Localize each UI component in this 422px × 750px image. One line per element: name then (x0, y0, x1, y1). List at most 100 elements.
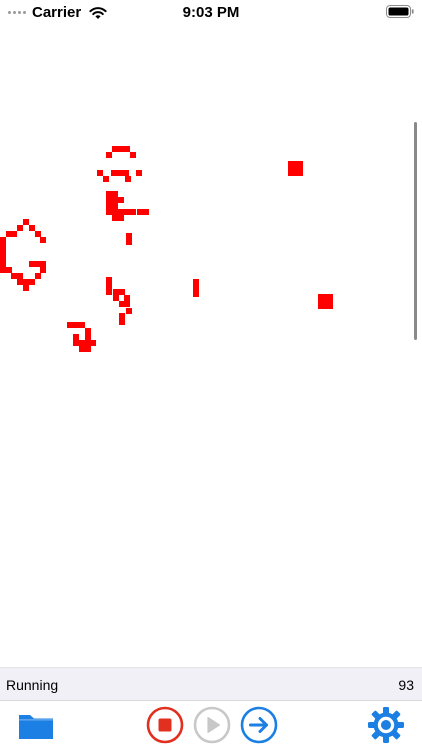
live-cell[interactable] (112, 203, 118, 209)
generation-count: 93 (398, 677, 414, 693)
live-cell[interactable] (112, 197, 118, 203)
live-cell[interactable] (35, 273, 41, 279)
live-cell[interactable] (17, 273, 23, 279)
live-cell[interactable] (193, 279, 199, 285)
live-cell[interactable] (126, 239, 132, 245)
toolbar (0, 701, 422, 750)
game-board[interactable] (0, 24, 422, 667)
live-cell[interactable] (106, 283, 112, 289)
live-cell[interactable] (97, 170, 103, 176)
live-cell[interactable] (0, 261, 6, 267)
live-cell[interactable] (0, 243, 6, 249)
live-cell[interactable] (85, 346, 91, 352)
live-cell[interactable] (73, 322, 79, 328)
folder-button[interactable] (16, 706, 56, 746)
live-cell[interactable] (0, 255, 6, 261)
live-cell[interactable] (106, 152, 112, 158)
live-cell[interactable] (111, 170, 117, 176)
live-cell[interactable] (67, 322, 73, 328)
live-cell[interactable] (124, 295, 130, 301)
live-cell[interactable] (40, 261, 46, 267)
live-cell[interactable] (17, 225, 23, 231)
live-cell[interactable] (112, 215, 118, 221)
live-cell[interactable] (106, 277, 112, 283)
live-cell[interactable] (23, 285, 29, 291)
live-cell[interactable] (79, 346, 85, 352)
live-cell[interactable] (106, 191, 112, 197)
app-root: Carrier 9:03 PM Running 93 (0, 0, 422, 750)
gear-icon (368, 707, 404, 743)
battery-icon (386, 5, 414, 18)
live-cell[interactable] (0, 267, 6, 273)
live-cell[interactable] (119, 289, 125, 295)
live-cell[interactable] (112, 191, 118, 197)
live-cell[interactable] (113, 289, 119, 295)
live-cell[interactable] (23, 279, 29, 285)
stop-icon (146, 706, 184, 744)
live-cell[interactable] (118, 209, 124, 215)
live-cell[interactable] (118, 197, 124, 203)
live-cell[interactable] (136, 170, 142, 176)
settings-button[interactable] (366, 705, 406, 745)
live-cell[interactable] (90, 340, 96, 346)
live-cell[interactable] (73, 340, 79, 346)
live-cell[interactable] (106, 203, 112, 209)
live-cell[interactable] (125, 176, 131, 182)
cell-grid[interactable] (0, 24, 422, 667)
live-cell[interactable] (126, 233, 132, 239)
step-button[interactable] (239, 705, 279, 745)
live-cell[interactable] (130, 209, 136, 215)
folder-icon (19, 715, 53, 739)
live-cell[interactable] (112, 146, 118, 152)
live-cell[interactable] (29, 261, 35, 267)
live-cell[interactable] (17, 279, 23, 285)
clock: 9:03 PM (182, 4, 240, 21)
live-cell[interactable] (85, 334, 91, 340)
live-cell[interactable] (106, 209, 112, 215)
live-cell[interactable] (79, 340, 85, 346)
live-cell[interactable] (126, 308, 132, 314)
live-cell[interactable] (137, 209, 143, 215)
live-cell[interactable] (11, 273, 17, 279)
live-cell[interactable] (106, 197, 112, 203)
live-cell[interactable] (0, 237, 6, 243)
live-cell[interactable] (119, 313, 125, 319)
live-cell[interactable] (119, 319, 125, 325)
status-bar: Carrier 9:03 PM (0, 0, 422, 24)
live-cell[interactable] (106, 289, 112, 295)
live-cell[interactable] (73, 334, 79, 340)
live-cell[interactable] (193, 291, 199, 297)
live-cell[interactable] (79, 322, 85, 328)
live-cell[interactable] (103, 176, 109, 182)
live-cell[interactable] (143, 209, 149, 215)
vertical-scrollbar[interactable] (414, 122, 417, 340)
live-cell[interactable] (193, 285, 199, 291)
live-cell[interactable] (40, 237, 46, 243)
play-button[interactable] (192, 705, 232, 745)
live-cell[interactable] (124, 301, 130, 307)
live-cell[interactable] (35, 231, 41, 237)
live-cell[interactable] (118, 215, 124, 221)
live-cell[interactable] (29, 279, 35, 285)
live-cell[interactable] (40, 267, 46, 273)
live-cell[interactable] (0, 249, 6, 255)
live-cell[interactable] (113, 295, 119, 301)
live-cell[interactable] (6, 267, 12, 273)
live-cell[interactable] (11, 231, 17, 237)
live-cell[interactable] (124, 146, 130, 152)
live-cell[interactable] (318, 294, 333, 309)
live-cell[interactable] (118, 146, 124, 152)
live-cell[interactable] (288, 161, 303, 176)
live-cell[interactable] (29, 225, 35, 231)
live-cell[interactable] (130, 152, 136, 158)
live-cell[interactable] (23, 219, 29, 225)
stop-button[interactable] (145, 705, 185, 745)
live-cell[interactable] (112, 209, 118, 215)
live-cell[interactable] (123, 170, 129, 176)
live-cell[interactable] (117, 170, 123, 176)
play-icon (193, 706, 231, 744)
live-cell[interactable] (85, 328, 91, 334)
info-bar: Running 93 (0, 667, 422, 701)
run-status: Running (6, 677, 59, 693)
live-cell[interactable] (124, 209, 130, 215)
